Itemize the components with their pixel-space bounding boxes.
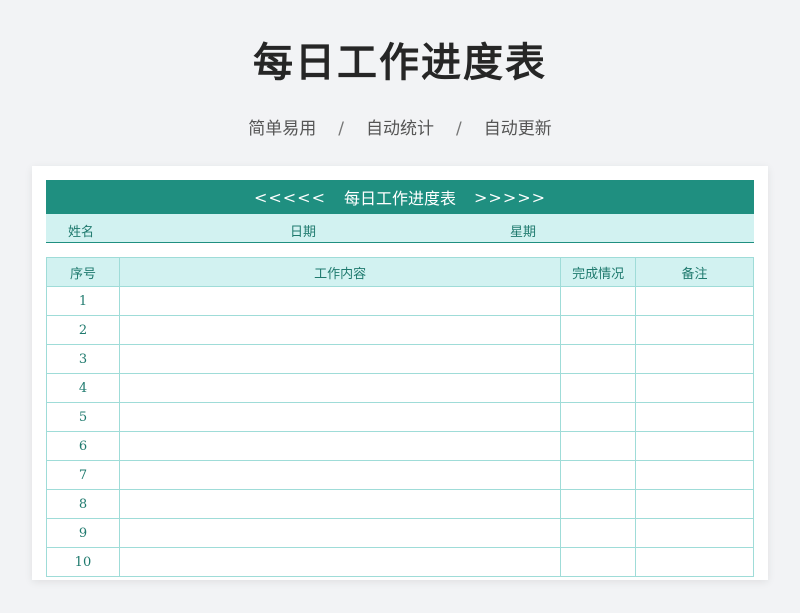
cell-status[interactable]	[560, 373, 637, 403]
cell-note[interactable]	[635, 286, 754, 316]
cell-status[interactable]	[560, 431, 637, 461]
cell-note[interactable]	[635, 344, 754, 374]
cell-status[interactable]	[560, 489, 637, 519]
table-row: 1	[46, 286, 754, 316]
table-header-row: 序号 工作内容 完成情况 备注	[46, 257, 754, 287]
table-row: 3	[46, 344, 754, 374]
cell-content[interactable]	[118, 373, 562, 403]
cell-content[interactable]	[118, 547, 562, 577]
table-row: 5	[46, 402, 754, 432]
sheet-banner: <<<<< 每日工作进度表 >>>>>	[46, 180, 754, 214]
spreadsheet-preview: <<<<< 每日工作进度表 >>>>> 姓名 日期 星期 序号 工作内容 完成情…	[32, 166, 768, 580]
cell-content[interactable]	[118, 489, 562, 519]
cell-status[interactable]	[560, 402, 637, 432]
cell-content[interactable]	[118, 344, 562, 374]
cell-status[interactable]	[560, 460, 637, 490]
cell-status[interactable]	[560, 286, 637, 316]
table-row: 6	[46, 431, 754, 461]
cell-content[interactable]	[118, 286, 562, 316]
date-label: 日期	[290, 225, 317, 240]
table-row: 9	[46, 518, 754, 548]
cell-note[interactable]	[635, 402, 754, 432]
cell-status[interactable]	[560, 315, 637, 345]
header-seq: 序号	[46, 257, 120, 287]
cell-seq[interactable]: 3	[46, 344, 120, 374]
cell-note[interactable]	[635, 431, 754, 461]
table-row: 2	[46, 315, 754, 345]
cell-seq[interactable]: 9	[46, 518, 120, 548]
cell-status[interactable]	[560, 547, 637, 577]
sheet-title: 每日工作进度表	[343, 189, 456, 208]
cell-content[interactable]	[118, 431, 562, 461]
cell-status[interactable]	[560, 518, 637, 548]
cell-note[interactable]	[635, 373, 754, 403]
cell-content[interactable]	[118, 402, 562, 432]
tagline-separator: /	[338, 119, 344, 139]
tagline-item-update: 自动更新	[483, 119, 552, 139]
cell-seq[interactable]: 7	[46, 460, 120, 490]
cell-status[interactable]	[560, 344, 637, 374]
task-table: 序号 工作内容 完成情况 备注 1 2 3 4 5 6 7 8 9 10	[46, 257, 754, 577]
name-label: 姓名	[68, 225, 95, 240]
table-row: 4	[46, 373, 754, 403]
table-row: 7	[46, 460, 754, 490]
weekday-label: 星期	[510, 225, 537, 240]
header-status: 完成情况	[560, 257, 637, 287]
cell-seq[interactable]: 6	[46, 431, 120, 461]
info-row: 姓名 日期 星期	[46, 214, 754, 243]
cell-seq[interactable]: 10	[46, 547, 120, 577]
cell-content[interactable]	[118, 518, 562, 548]
table-row: 10	[46, 547, 754, 577]
cell-seq[interactable]: 8	[46, 489, 120, 519]
cell-note[interactable]	[635, 489, 754, 519]
cell-seq[interactable]: 2	[46, 315, 120, 345]
cell-note[interactable]	[635, 518, 754, 548]
cell-content[interactable]	[118, 460, 562, 490]
cell-note[interactable]	[635, 547, 754, 577]
tagline-item-easy: 简单易用	[248, 119, 317, 139]
right-arrows-decoration: >>>>>	[474, 187, 547, 207]
header-note: 备注	[635, 257, 754, 287]
header-content: 工作内容	[118, 257, 562, 287]
cell-note[interactable]	[635, 460, 754, 490]
tagline: 简单易用 / 自动统计 / 自动更新	[0, 114, 800, 139]
cell-seq[interactable]: 4	[46, 373, 120, 403]
left-arrows-decoration: <<<<<	[253, 187, 326, 207]
table-row: 8	[46, 489, 754, 519]
cell-note[interactable]	[635, 315, 754, 345]
cell-content[interactable]	[118, 315, 562, 345]
tagline-item-stats: 自动统计	[366, 119, 434, 139]
cell-seq[interactable]: 1	[46, 286, 120, 316]
cell-seq[interactable]: 5	[46, 402, 120, 432]
tagline-separator: /	[456, 119, 462, 139]
page-title: 每日工作进度表	[253, 40, 547, 86]
